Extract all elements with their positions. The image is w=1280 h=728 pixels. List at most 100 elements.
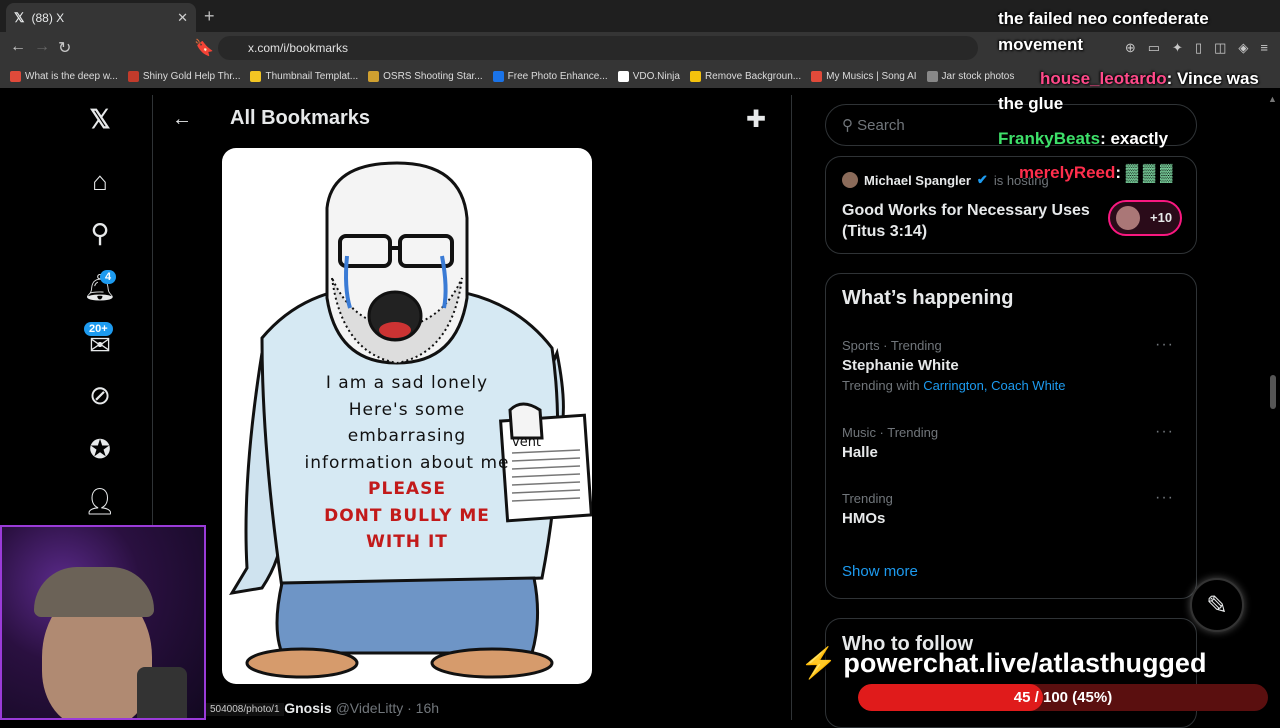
- space-host: Michael Spangler ✔ is hosting: [842, 172, 1049, 188]
- profile-icon[interactable]: 👤︎: [80, 486, 120, 517]
- wallet-icon[interactable]: ◫: [1214, 40, 1226, 56]
- zoom-icon[interactable]: ⊕: [1125, 40, 1136, 56]
- whats-happening-title: What’s happening: [842, 287, 1014, 309]
- trend-meta: Sports · Trending: [842, 338, 942, 353]
- more-options-icon[interactable]: ···: [1155, 336, 1174, 354]
- messages-badge: 20+: [84, 322, 113, 336]
- chat-text: :: [1115, 163, 1122, 182]
- forward-arrow-icon[interactable]: →: [34, 38, 50, 56]
- trend-item[interactable]: Sports · Trending Stephanie White Trendi…: [842, 336, 1182, 393]
- shirt-line-1: I am a sad lonely: [325, 373, 489, 393]
- goal-progress-bar: 45 / 100 (45%): [858, 684, 1268, 711]
- close-tab-icon[interactable]: ✕: [177, 10, 188, 26]
- shirt-line-6: PLEASE: [368, 479, 446, 499]
- bookmark-item[interactable]: Thumbnail Templat...: [250, 70, 358, 82]
- compose-post-button[interactable]: ✎: [1190, 578, 1244, 632]
- bookmark-favicon-icon: [689, 70, 701, 82]
- more-options-icon[interactable]: ···: [1155, 489, 1174, 507]
- x-logo-icon[interactable]: 𝕏: [80, 104, 120, 135]
- reload-icon[interactable]: ↻: [58, 38, 71, 58]
- browser-tab[interactable]: 𝕏 (88) X ✕: [6, 3, 196, 32]
- post-image[interactable]: vent I am a sad lonely Here's some embar…: [222, 148, 592, 684]
- scroll-up-arrow-icon[interactable]: ▲: [1268, 94, 1277, 104]
- bookmark-item[interactable]: OSRS Shooting Star...: [368, 70, 483, 82]
- chat-username: FrankyBeats: [998, 129, 1101, 148]
- right-divider: [791, 95, 792, 720]
- notifications-badge: 4: [100, 270, 117, 284]
- add-bookmark-folder-icon[interactable]: ✚: [746, 105, 766, 134]
- sidebar-icon[interactable]: ▯: [1195, 40, 1202, 56]
- bookmark-item[interactable]: Jar stock photos: [926, 70, 1015, 82]
- bookmark-favicon-icon: [811, 70, 823, 82]
- trend-name: HMOs: [842, 510, 886, 527]
- cast-icon[interactable]: ▭: [1148, 40, 1160, 56]
- home-icon[interactable]: ⌂: [80, 166, 120, 197]
- vpn-icon[interactable]: ◈: [1238, 40, 1248, 56]
- address-bar[interactable]: x.com/i/bookmarks: [218, 36, 978, 60]
- space-title: Good Works for Necessary Uses (Titus 3:1…: [842, 202, 1090, 240]
- goal-progress-label: 45 / 100 (45%): [1013, 689, 1113, 706]
- microphone-icon: [137, 667, 187, 718]
- scrollbar-thumb[interactable]: [1270, 375, 1276, 409]
- back-arrow-icon[interactable]: ←: [10, 38, 26, 56]
- trend-item[interactable]: Trending HMOs ···: [842, 489, 1182, 527]
- premium-icon[interactable]: ✪: [80, 434, 120, 465]
- bookmark-page-icon[interactable]: 🔖: [194, 38, 214, 58]
- bookmark-label: Remove Backgroun...: [704, 70, 802, 82]
- space-listeners-count: +10: [1150, 210, 1173, 225]
- menu-icon[interactable]: ≡: [1260, 40, 1268, 56]
- shirt-line-5: information about me: [304, 452, 510, 473]
- bookmark-label: OSRS Shooting Star...: [383, 70, 483, 82]
- bookmark-label: Free Photo Enhance...: [507, 70, 608, 82]
- new-tab-button[interactable]: +: [204, 6, 215, 27]
- bookmark-item[interactable]: Shiny Gold Help Thr...: [127, 70, 241, 82]
- bookmark-favicon-icon: [617, 70, 629, 82]
- avatar: [1116, 206, 1140, 230]
- bookmark-label: Jar stock photos: [941, 70, 1015, 82]
- avatar: [842, 172, 858, 188]
- search-icon[interactable]: ⚲: [80, 218, 120, 249]
- search-placeholder: Search: [857, 117, 905, 134]
- back-button[interactable]: ←: [172, 108, 192, 131]
- powerchat-brand: ⚡ powerchat.live/atlasthugged: [800, 646, 1206, 681]
- bookmark-item[interactable]: What is the deep w...: [10, 70, 118, 82]
- bookmark-item[interactable]: VDO.Ninja: [617, 70, 680, 82]
- webcam-overlay: [0, 525, 206, 720]
- trend-meta: Trending: [842, 491, 893, 506]
- emote-icon: ▓ ▓ ▓: [1125, 163, 1173, 182]
- chat-username: house_leotardo: [1040, 69, 1167, 88]
- bookmark-item[interactable]: Free Photo Enhance...: [492, 70, 608, 82]
- bookmark-item[interactable]: My Musics | Song AI: [811, 70, 917, 82]
- powerchat-url: powerchat.live/atlasthugged: [843, 648, 1207, 678]
- chat-username: merelyReed: [1019, 163, 1116, 182]
- status-url-tooltip: 504008/photo/1: [206, 703, 284, 716]
- puzzle-icon[interactable]: ✦: [1172, 40, 1183, 56]
- shirt-line-8: WITH IT: [366, 532, 448, 552]
- search-icon: ⚲: [842, 117, 853, 134]
- x-favicon-icon: 𝕏: [14, 9, 25, 25]
- bookmark-item[interactable]: Remove Backgroun...: [689, 70, 802, 82]
- streamer-cap: [34, 567, 154, 617]
- chat-text: movement: [998, 35, 1084, 54]
- chat-text: the failed neo confederate: [998, 9, 1209, 28]
- more-options-icon[interactable]: ···: [1155, 423, 1174, 441]
- space-listeners-badge[interactable]: +10: [1108, 200, 1182, 236]
- bookmark-favicon-icon: [10, 70, 21, 82]
- trend-with-links[interactable]: Carrington, Coach White: [923, 378, 1065, 393]
- shirt-line-7: DONT BULLY ME: [324, 505, 490, 526]
- bookmark-favicon-icon: [492, 70, 504, 82]
- chat-line: movement: [998, 35, 1083, 55]
- shirt-line-3: Here's some: [348, 399, 466, 420]
- show-more-link[interactable]: Show more: [842, 563, 918, 580]
- bookmark-favicon-icon: [926, 70, 938, 82]
- grok-icon[interactable]: ⊘: [80, 380, 120, 411]
- shirt-text: I am a sad lonely Here's some embarrasin…: [282, 370, 532, 556]
- trend-name: Halle: [842, 444, 878, 461]
- extension-icons: ⊕ ▭ ✦ ▯ ◫ ◈ ≡: [1125, 40, 1268, 56]
- chat-line: house_leotardo: Vince was: [1040, 69, 1259, 89]
- trend-item[interactable]: Music · Trending Halle ···: [842, 423, 1182, 461]
- chat-line: the glue: [998, 94, 1063, 114]
- page-title: All Bookmarks: [230, 107, 371, 129]
- bookmark-label: Shiny Gold Help Thr...: [142, 70, 241, 82]
- bookmark-favicon-icon: [250, 70, 262, 82]
